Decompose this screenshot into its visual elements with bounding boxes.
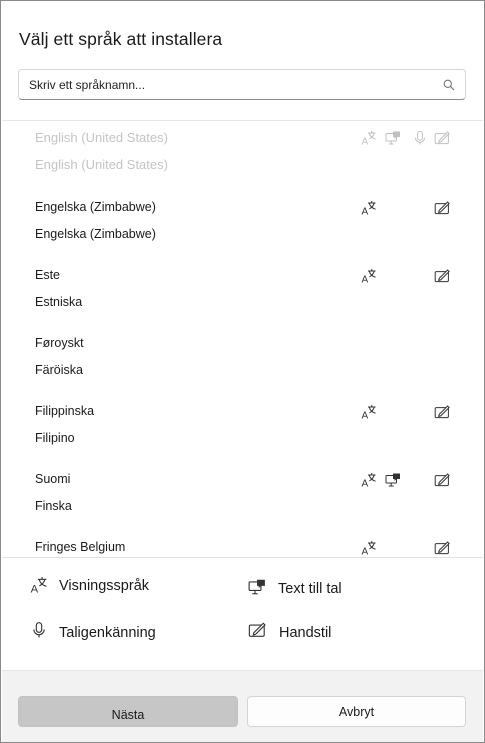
language-local-name: Estniska	[35, 295, 83, 309]
handwriting-icon	[434, 200, 450, 216]
handwriting-icon	[434, 540, 450, 556]
install-language-dialog: Välj ett språk att installera English (U…	[0, 0, 485, 743]
legend-text-to-speech: Text till tal	[278, 581, 342, 597]
display-language-icon: A	[361, 200, 377, 216]
feature-legend: A Visningsspråk Text till tal Taligenkän…	[2, 558, 483, 670]
svg-text:A: A	[362, 275, 369, 285]
handwriting-icon	[434, 130, 450, 146]
dialog-title: Välj ett språk att installera	[19, 29, 223, 49]
handwriting-icon	[434, 404, 450, 420]
language-row[interactable]: Føroyskt Färöiska	[2, 325, 483, 393]
language-local-name: Färöiska	[35, 363, 83, 377]
svg-text:A: A	[362, 547, 369, 557]
language-local-name: Engelska (Zimbabwe)	[35, 227, 156, 241]
language-row[interactable]: Suomi Finska A	[2, 461, 483, 529]
display-language-icon: A	[361, 472, 377, 488]
dialog-footer: Nästa Avbryt	[2, 670, 483, 742]
language-search-box[interactable]	[18, 69, 466, 100]
language-native-name: Filippinska	[35, 404, 95, 418]
legend-handwriting: Handstil	[279, 625, 332, 641]
display-language-icon: A	[30, 576, 48, 594]
text-to-speech-icon	[385, 472, 401, 488]
display-language-icon: A	[361, 540, 377, 556]
handwriting-icon	[434, 268, 450, 284]
language-local-name: Finska	[35, 499, 72, 513]
display-language-icon: A	[361, 268, 377, 284]
language-list[interactable]: English (United States) English (United S…	[2, 121, 483, 557]
speech-recognition-icon	[412, 130, 428, 146]
display-language-icon: A	[361, 130, 377, 146]
search-icon	[443, 78, 455, 91]
language-native-name: English (United States)	[35, 130, 168, 145]
text-to-speech-icon	[385, 130, 401, 146]
text-to-speech-icon	[248, 578, 266, 596]
next-button[interactable]: Nästa	[18, 696, 238, 727]
svg-text:A: A	[362, 207, 369, 217]
svg-text:A: A	[31, 583, 39, 594]
svg-text:A: A	[362, 137, 369, 147]
language-native-name: Fringes Belgium	[35, 540, 126, 554]
cancel-button[interactable]: Avbryt	[247, 696, 466, 727]
svg-text:A: A	[362, 411, 369, 421]
language-search-input[interactable]	[29, 70, 429, 99]
language-native-name: Este	[35, 268, 61, 282]
handwriting-icon	[434, 472, 450, 488]
language-local-name: Filipino	[35, 431, 75, 445]
language-row[interactable]: Filippinska Filipino A	[2, 393, 483, 461]
language-row[interactable]: Fringes Belgium A	[2, 529, 483, 557]
display-language-icon: A	[361, 404, 377, 420]
language-native-name: Engelska (Zimbabwe)	[35, 200, 156, 214]
svg-text:A: A	[362, 479, 369, 489]
language-native-name: Suomi	[35, 472, 71, 486]
speech-recognition-icon	[30, 621, 48, 639]
language-row[interactable]: Este Estniska A	[2, 257, 483, 325]
language-local-name: English (United States)	[35, 157, 168, 172]
handwriting-icon	[248, 621, 266, 639]
legend-display-language: Visningsspråk	[59, 578, 150, 594]
language-native-name: Føroyskt	[35, 336, 84, 350]
language-row[interactable]: English (United States) English (United S…	[2, 121, 483, 187]
language-row[interactable]: Engelska (Zimbabwe) Engelska (Zimbabwe) A	[2, 189, 483, 257]
legend-speech-recognition: Taligenkänning	[59, 625, 156, 641]
